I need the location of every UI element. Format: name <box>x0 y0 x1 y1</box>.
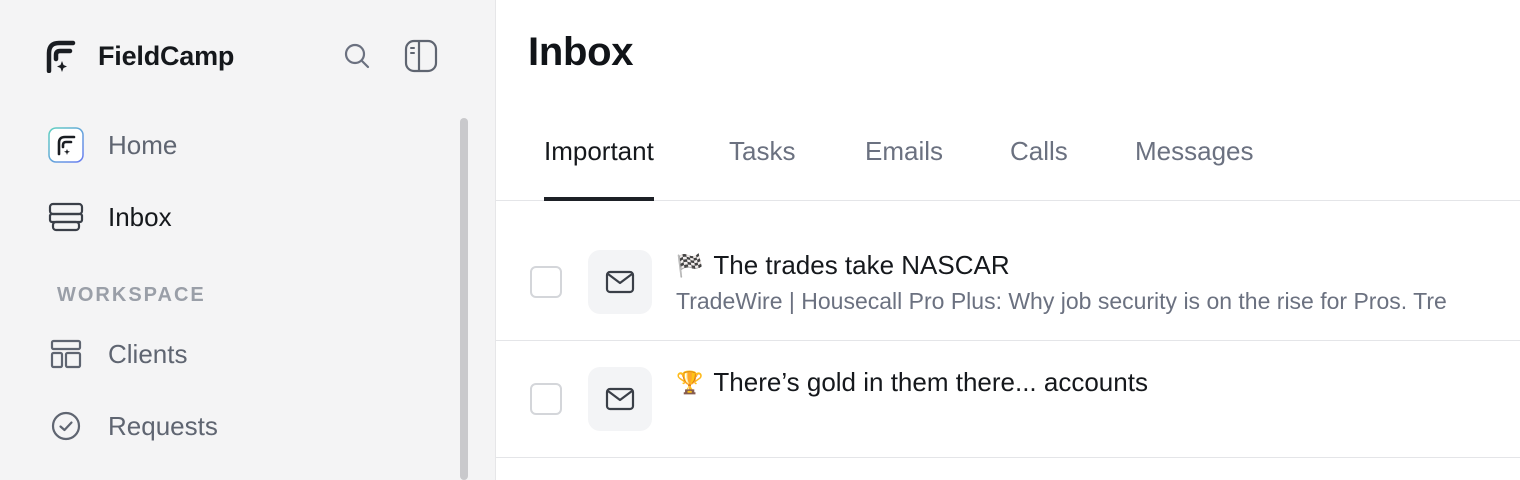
tab-calls[interactable]: Calls <box>1010 136 1068 201</box>
fieldcamp-logo-icon <box>48 127 84 163</box>
brand[interactable]: FieldCamp <box>44 36 234 76</box>
message-subject: The trades take NASCAR <box>713 250 1010 280</box>
fieldcamp-logo-icon <box>44 37 78 75</box>
sidebar-item-clients[interactable]: Clients <box>48 332 187 376</box>
page-title: Inbox <box>528 30 634 74</box>
sidebar-item-label: Clients <box>108 338 188 369</box>
layout-icon <box>48 336 84 372</box>
message-row[interactable]: 🏆 There’s gold in them there... accounts <box>496 341 1520 458</box>
row-checkbox[interactable] <box>530 266 562 298</box>
sidebar-scrollbar[interactable] <box>460 118 468 480</box>
trophy-icon: 🏆 <box>676 369 704 395</box>
sidebar-item-label: Home <box>108 129 178 160</box>
message-preview: TradeWire | Housecall Pro Plus: Why job … <box>676 288 1447 314</box>
section-label-workspace: WORKSPACE <box>57 284 206 306</box>
sidebar-item-label: Requests <box>108 410 218 441</box>
row-checkbox[interactable] <box>530 383 562 415</box>
sidebar-item-inbox[interactable]: Inbox <box>48 195 172 239</box>
mail-icon <box>588 250 652 314</box>
sidebar-item-home[interactable]: Home <box>48 123 177 167</box>
message-subject: There’s gold in them there... accounts <box>713 367 1148 397</box>
tab-important[interactable]: Important <box>544 136 654 201</box>
sidebar-toggle-icon[interactable] <box>403 38 439 74</box>
inbox-tabs: Important Tasks Emails Calls Messages <box>496 118 1520 201</box>
tab-messages[interactable]: Messages <box>1135 136 1254 201</box>
check-circle-icon <box>48 408 84 444</box>
inbox-icon <box>48 199 84 235</box>
message-title: 🏁 The trades take NASCAR <box>676 250 1010 281</box>
sidebar: FieldCamp Home Inbox WORKSPACE Clients R… <box>0 0 496 480</box>
app-name: FieldCamp <box>98 40 235 71</box>
tab-tasks[interactable]: Tasks <box>729 136 795 201</box>
message-title: 🏆 There’s gold in them there... accounts <box>676 367 1148 398</box>
sidebar-item-requests[interactable]: Requests <box>48 404 218 448</box>
tab-emails[interactable]: Emails <box>865 136 943 201</box>
search-icon[interactable] <box>339 38 375 74</box>
chequered-flag-icon: 🏁 <box>676 252 704 278</box>
sidebar-item-label: Inbox <box>108 201 172 232</box>
message-row[interactable]: 🏁 The trades take NASCAR TradeWire | Hou… <box>496 224 1520 341</box>
mail-icon <box>588 367 652 431</box>
